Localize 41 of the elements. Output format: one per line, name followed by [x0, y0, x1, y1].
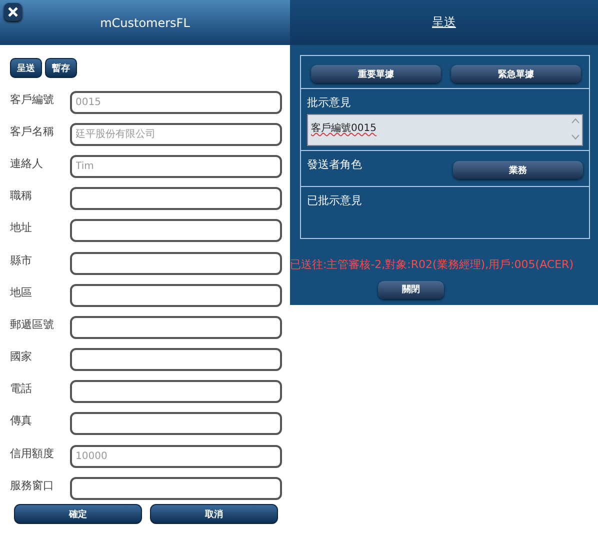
input-field[interactable] [70, 348, 282, 372]
field-label: 電話 [10, 381, 33, 396]
comment-label: 批示意見 [307, 95, 352, 110]
toolbar-button[interactable]: 呈送 [10, 58, 42, 78]
field-label: 職稱 [10, 188, 33, 204]
close-icon [8, 7, 18, 17]
comment-text: 客戶編號0015 [311, 123, 376, 134]
field-label: 連絡人 [10, 156, 44, 171]
scroll-arrows-icon [571, 116, 580, 142]
priority-button[interactable]: 緊急單據 [451, 65, 581, 83]
field-label: 傳真 [10, 413, 33, 428]
field-label: 服務窗口 [10, 478, 55, 493]
field-label: 縣市 [10, 252, 33, 268]
status-message: 已送往:主管審核-2,對象:R02(業務經理),用戶:005(ACER) [290, 257, 574, 272]
field-label: 郵遞區號 [10, 316, 55, 332]
field-label: 客戶編號 [10, 92, 55, 107]
field-label: 國家 [10, 349, 33, 364]
dialog-button[interactable]: 取消 [150, 504, 278, 524]
approved-comments-label: 已批示意見 [307, 193, 363, 208]
input-field[interactable] [70, 316, 282, 339]
priority-button[interactable]: 重要單據 [311, 65, 441, 83]
role-button[interactable]: 業務 [453, 161, 583, 179]
input-field[interactable] [70, 476, 282, 500]
toolbar-button[interactable]: 暫存 [45, 58, 77, 78]
input-field[interactable] [70, 284, 282, 307]
field-label: 地區 [10, 284, 33, 300]
dialog-title: 呈送 [432, 14, 456, 31]
input-field[interactable] [70, 412, 282, 436]
field-label: 信用額度 [10, 446, 55, 461]
input-field[interactable] [70, 252, 282, 275]
field-label: 客戶名稱 [10, 124, 55, 139]
comment-field[interactable]: 客戶編號0015 [307, 114, 583, 146]
close-dialog-button[interactable]: 關閉 [378, 280, 444, 298]
dialog-button[interactable]: 確定 [14, 504, 142, 524]
input-field[interactable] [70, 380, 282, 404]
field-label: 地址 [10, 220, 33, 236]
window-title: mCustomersFL [100, 16, 190, 30]
close-button[interactable] [4, 3, 22, 21]
role-label: 發送者角色 [307, 157, 362, 172]
input-field[interactable] [70, 187, 282, 210]
input-field[interactable] [70, 219, 282, 242]
